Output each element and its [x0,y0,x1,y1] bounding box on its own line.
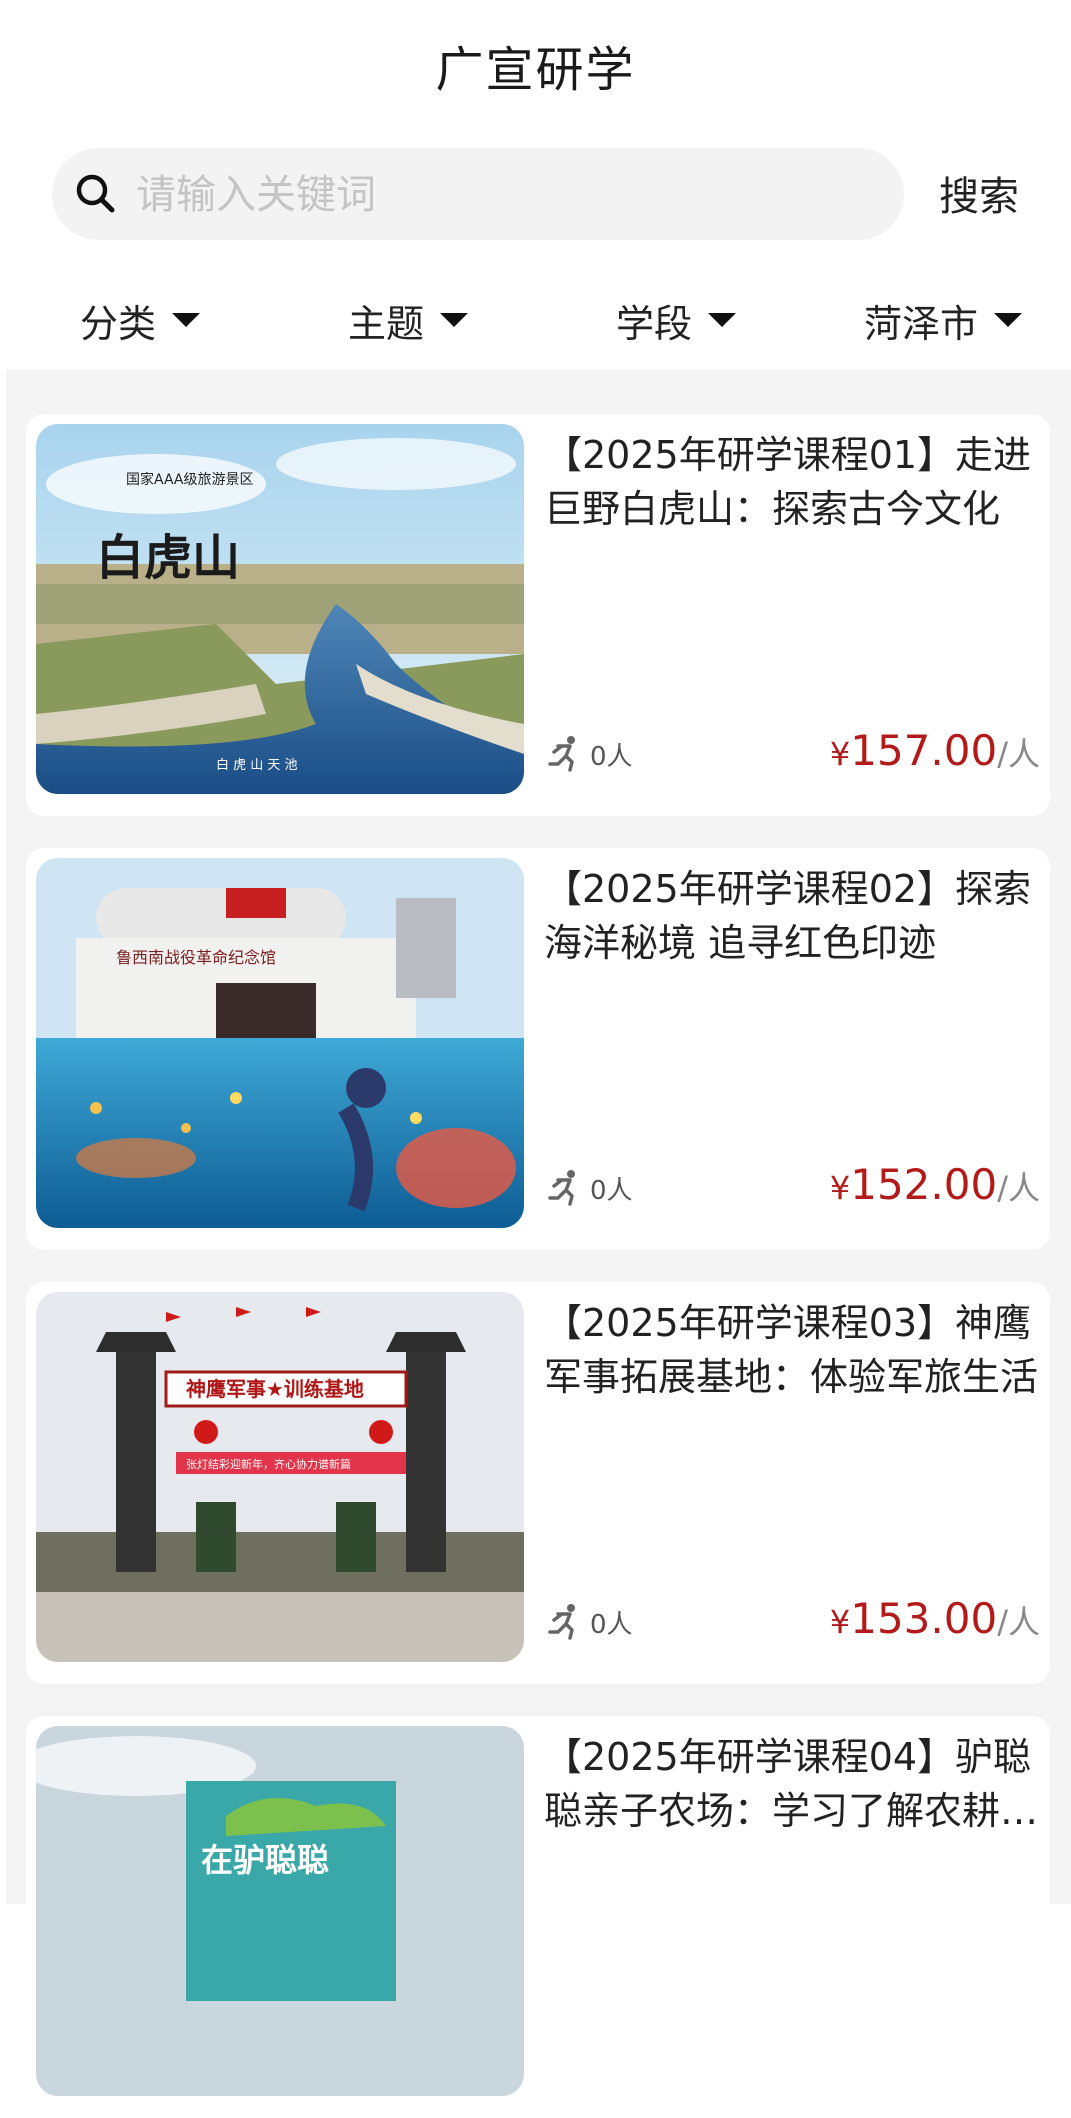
search-bar: 搜索 [52,148,1019,244]
course-title[interactable]: 【2025年研学课程03】神鹰军事拓展基地：体验军旅生活 [544,1296,1040,1404]
course-card[interactable]: 国家AAA级旅游景区 白虎山 白 虎 山 天 池 【2025年研学课程01】走进… [26,414,1050,816]
search-icon [76,174,115,213]
course-title[interactable]: 【2025年研学课程04】驴聪聪亲子农场：学习了解农耕知识 [544,1730,1040,1838]
filter-bar: 分类 主题 学段 菏泽市 [0,282,1071,358]
participant-count: 0人 [590,741,633,772]
image-caption: 白虎山 [96,530,240,586]
filter-theme[interactable]: 主题 [348,282,469,358]
course-title[interactable]: 【2025年研学课程02】探索海洋秘境 追寻红色印迹 [544,862,1040,970]
page-title: 广宣研学 [435,42,636,98]
caret-down-icon [708,313,737,327]
participant-count: 0人 [590,1609,633,1640]
filter-label: 主题 [348,301,425,346]
course-card[interactable]: 在驴聪聪 【2025年研学课程04】驴聪聪亲子农场：学习了解农耕知识 [26,1716,1050,2118]
filter-stage[interactable]: 学段 [616,282,737,358]
image-caption: 白 虎 山 天 池 [216,757,298,773]
filter-label: 学段 [616,301,693,346]
image-caption: 鲁西南战役革命纪念馆 [116,948,276,967]
search-button[interactable]: 搜索 [939,164,1019,222]
runner-icon [548,736,575,772]
price-unit: /人 [997,1169,1040,1207]
filter-label: 菏泽市 [864,301,979,346]
course-image-ocean[interactable]: 鲁西南战役革命纪念馆 [36,858,524,1228]
filter-label: 分类 [80,301,157,346]
course-price: ¥ 152.00 /人 [830,1160,1040,1209]
price-unit: /人 [997,735,1040,773]
price-amount: 153.00 [850,1594,998,1643]
course-card[interactable]: 鲁西南战役革命纪念馆 【2025年研学课程02】探索海洋秘境 追寻红色印迹 0人… [26,848,1050,1250]
price-amount: 157.00 [850,726,998,775]
course-price: ¥ 157.00 /人 [830,726,1040,775]
runner-icon [548,1604,575,1640]
search-box[interactable] [52,148,904,242]
image-caption: 神鹰军事★训练基地 [186,1377,364,1401]
caret-down-icon [440,313,469,327]
participant-count: 0人 [590,1175,633,1206]
runner-icon [548,1170,575,1206]
price-unit: /人 [997,1603,1040,1641]
course-image-military-base[interactable]: 神鹰军事★训练基地 张灯结彩迎新年，齐心协力谱新篇 [36,1292,524,1662]
course-price: ¥ 153.00 /人 [830,1594,1040,1643]
course-title[interactable]: 【2025年研学课程01】走进巨野白虎山：探索古今文化 [544,428,1040,536]
participants: 0人 [544,1168,633,1208]
course-card[interactable]: 神鹰军事★训练基地 张灯结彩迎新年，齐心协力谱新篇 【2025年研学课程03】神… [26,1282,1050,1684]
participants: 0人 [544,1602,633,1642]
course-image-baihushan[interactable]: 国家AAA级旅游景区 白虎山 白 虎 山 天 池 [36,424,524,794]
filter-city[interactable]: 菏泽市 [864,282,1023,358]
participants: 0人 [544,734,633,774]
filter-category[interactable]: 分类 [80,282,201,358]
search-input[interactable] [134,148,878,242]
image-caption: 国家AAA级旅游景区 [126,471,254,488]
image-caption: 张灯结彩迎新年，齐心协力谱新篇 [186,1457,351,1471]
course-list: 国家AAA级旅游景区 白虎山 白 虎 山 天 池 【2025年研学课程01】走进… [6,370,1071,2118]
price-currency: ¥ [829,735,851,773]
price-amount: 152.00 [850,1160,998,1209]
price-currency: ¥ [829,1169,851,1207]
course-image-farm[interactable]: 在驴聪聪 [36,1726,524,2096]
image-caption: 在驴聪聪 [201,1841,329,1879]
price-currency: ¥ [829,1603,851,1641]
caret-down-icon [172,313,201,327]
caret-down-icon [994,313,1023,327]
